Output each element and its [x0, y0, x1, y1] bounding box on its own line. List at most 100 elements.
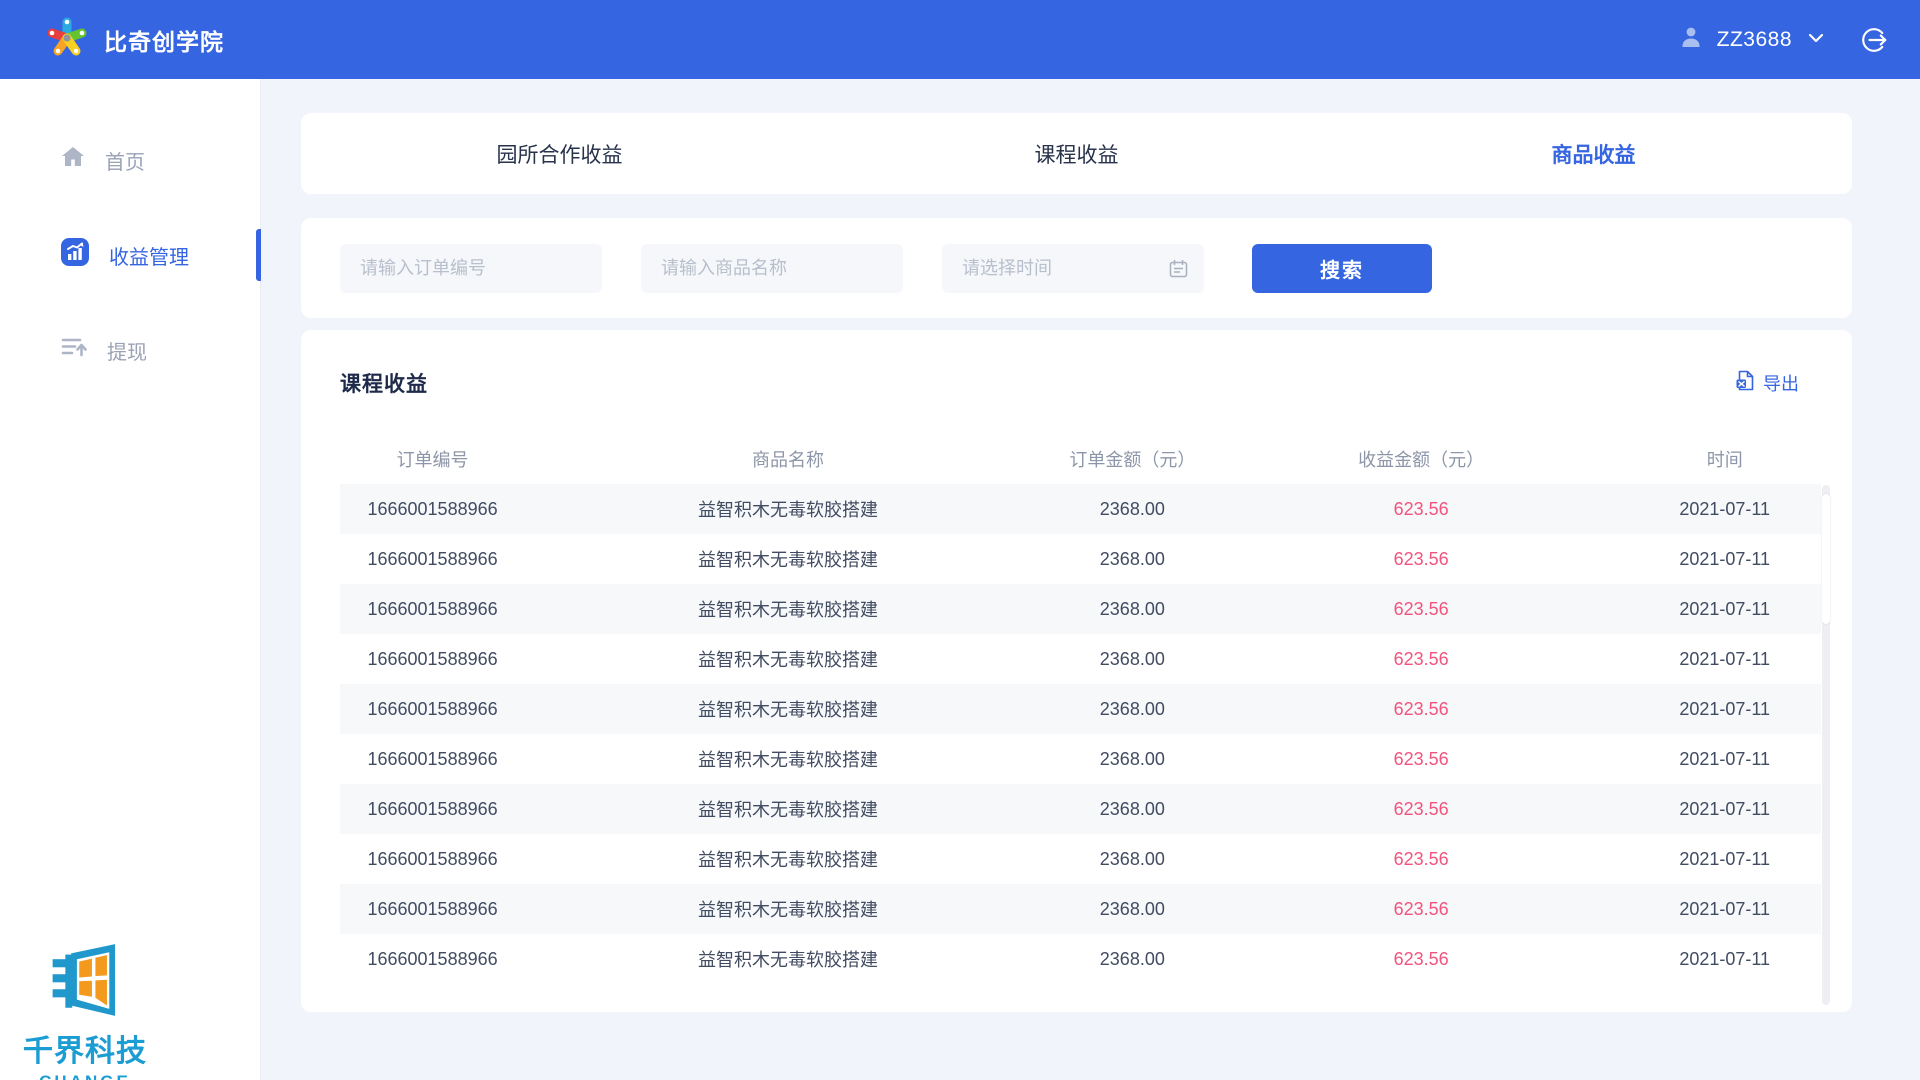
table-cell-amount: 2368.00	[1051, 499, 1214, 520]
table-cell-income: 623.56	[1214, 699, 1629, 720]
table-cell-income: 623.56	[1214, 749, 1629, 770]
sidebar-footer-logo: 千界科技 —CHANGE—	[10, 943, 160, 1080]
date-picker-input[interactable]	[942, 244, 1204, 293]
main-content: 园所合作收益 课程收益 商品收益	[261, 79, 1920, 1080]
tab-product-revenue[interactable]: 商品收益	[1335, 139, 1852, 169]
table-cell-date: 2021-07-11	[1628, 649, 1821, 670]
table-cell-product: 益智积木无毒软胶搭建	[525, 596, 1051, 622]
tab-garden-revenue[interactable]: 园所合作收益	[301, 139, 818, 169]
table-row: 1666001588966益智积木无毒软胶搭建2368.00623.562021…	[340, 734, 1821, 784]
table-cell-amount: 2368.00	[1051, 649, 1214, 670]
table-cell-amount: 2368.00	[1051, 799, 1214, 820]
table-cell-product: 益智积木无毒软胶搭建	[525, 546, 1051, 572]
table-cell-date: 2021-07-11	[1628, 849, 1821, 870]
table-cell-amount: 2368.00	[1051, 849, 1214, 870]
company-name: 千界科技	[10, 1026, 160, 1070]
table-cell-order_no: 1666001588966	[340, 899, 525, 920]
qianjie-logo-icon	[52, 1004, 118, 1021]
table-cell-amount: 2368.00	[1051, 949, 1214, 970]
scrollbar-track[interactable]	[1822, 485, 1830, 1005]
user-avatar-icon	[1679, 25, 1703, 54]
table-cell-amount: 2368.00	[1051, 599, 1214, 620]
table-cell-date: 2021-07-11	[1628, 799, 1821, 820]
withdraw-icon	[60, 334, 88, 366]
table-cell-product: 益智积木无毒软胶搭建	[525, 796, 1051, 822]
table-cell-product: 益智积木无毒软胶搭建	[525, 846, 1051, 872]
table-cell-product: 益智积木无毒软胶搭建	[525, 896, 1051, 922]
sidebar-item-label: 收益管理	[109, 241, 189, 270]
table-cell-product: 益智积木无毒软胶搭建	[525, 946, 1051, 972]
export-link[interactable]: 导出	[1735, 370, 1799, 396]
column-header: 订单编号	[340, 446, 525, 472]
sidebar-item-home[interactable]: 首页	[0, 125, 260, 195]
table-row: 1666001588966益智积木无毒软胶搭建2368.00623.562021…	[340, 534, 1821, 584]
sidebar-item-revenue[interactable]: 收益管理	[0, 220, 260, 290]
table-cell-income: 623.56	[1214, 849, 1629, 870]
table-title: 课程收益	[340, 368, 428, 398]
table-cell-order_no: 1666001588966	[340, 649, 525, 670]
table-cell-date: 2021-07-11	[1628, 549, 1821, 570]
table-cell-amount: 2368.00	[1051, 549, 1214, 570]
table-cell-date: 2021-07-11	[1628, 699, 1821, 720]
table-cell-product: 益智积木无毒软胶搭建	[525, 696, 1051, 722]
table-cell-date: 2021-07-11	[1628, 949, 1821, 970]
tab-course-revenue[interactable]: 课程收益	[818, 139, 1335, 169]
brand-title: 比奇创学院	[104, 23, 224, 57]
brand-star-icon	[44, 13, 90, 66]
table-cell-order_no: 1666001588966	[340, 949, 525, 970]
table-cell-income: 623.56	[1214, 899, 1629, 920]
product-name-input[interactable]	[641, 244, 903, 293]
table-cell-date: 2021-07-11	[1628, 499, 1821, 520]
column-header: 收益金额（元）	[1214, 446, 1629, 472]
logout-icon[interactable]	[1856, 22, 1892, 58]
excel-file-icon	[1735, 370, 1756, 396]
table-cell-date: 2021-07-11	[1628, 599, 1821, 620]
column-header: 时间	[1628, 446, 1821, 472]
table-cell-amount: 2368.00	[1051, 699, 1214, 720]
table-cell-order_no: 1666001588966	[340, 849, 525, 870]
table-cell-income: 623.56	[1214, 599, 1629, 620]
table-row: 1666001588966益智积木无毒软胶搭建2368.00623.562021…	[340, 934, 1821, 984]
revenue-tabs: 园所合作收益 课程收益 商品收益	[301, 113, 1852, 194]
table-cell-amount: 2368.00	[1051, 749, 1214, 770]
export-label: 导出	[1763, 370, 1799, 396]
brand: 比奇创学院	[44, 13, 224, 66]
table-row: 1666001588966益智积木无毒软胶搭建2368.00623.562021…	[340, 784, 1821, 834]
table-row: 1666001588966益智积木无毒软胶搭建2368.00623.562021…	[340, 634, 1821, 684]
table-row: 1666001588966益智积木无毒软胶搭建2368.00623.562021…	[340, 584, 1821, 634]
chevron-down-icon[interactable]	[1808, 31, 1824, 49]
revenue-table-card: 课程收益 导出 订单编号	[301, 330, 1852, 1012]
home-icon	[60, 144, 86, 176]
table-cell-date: 2021-07-11	[1628, 899, 1821, 920]
table-header: 订单编号 商品名称 订单金额（元） 收益金额（元） 时间	[340, 434, 1821, 484]
table-cell-income: 623.56	[1214, 649, 1629, 670]
table-cell-date: 2021-07-11	[1628, 749, 1821, 770]
table-body: 1666001588966益智积木无毒软胶搭建2368.00623.562021…	[340, 484, 1821, 984]
table-cell-income: 623.56	[1214, 499, 1629, 520]
table-cell-income: 623.56	[1214, 549, 1629, 570]
table-cell-order_no: 1666001588966	[340, 549, 525, 570]
order-number-input[interactable]	[340, 244, 602, 293]
sidebar-item-label: 首页	[105, 146, 145, 175]
table-cell-product: 益智积木无毒软胶搭建	[525, 746, 1051, 772]
table-cell-income: 623.56	[1214, 949, 1629, 970]
search-button[interactable]: 搜索	[1252, 244, 1432, 293]
table-cell-order_no: 1666001588966	[340, 699, 525, 720]
sidebar: 首页 收益管理	[0, 79, 261, 1080]
table-cell-amount: 2368.00	[1051, 899, 1214, 920]
table-row: 1666001588966益智积木无毒软胶搭建2368.00623.562021…	[340, 684, 1821, 734]
table-row: 1666001588966益智积木无毒软胶搭建2368.00623.562021…	[340, 834, 1821, 884]
table-cell-order_no: 1666001588966	[340, 749, 525, 770]
column-header: 订单金额（元）	[1051, 446, 1214, 472]
table-cell-product: 益智积木无毒软胶搭建	[525, 496, 1051, 522]
revenue-chart-icon	[60, 237, 90, 273]
sidebar-item-withdraw[interactable]: 提现	[0, 315, 260, 385]
username[interactable]: ZZ3688	[1717, 28, 1792, 52]
active-indicator	[256, 229, 261, 281]
table-cell-order_no: 1666001588966	[340, 799, 525, 820]
table-cell-order_no: 1666001588966	[340, 599, 525, 620]
table-row: 1666001588966益智积木无毒软胶搭建2368.00623.562021…	[340, 484, 1821, 534]
sidebar-item-label: 提现	[107, 336, 147, 365]
search-bar: 搜索	[301, 218, 1852, 318]
scrollbar-thumb[interactable]	[1822, 494, 1830, 624]
